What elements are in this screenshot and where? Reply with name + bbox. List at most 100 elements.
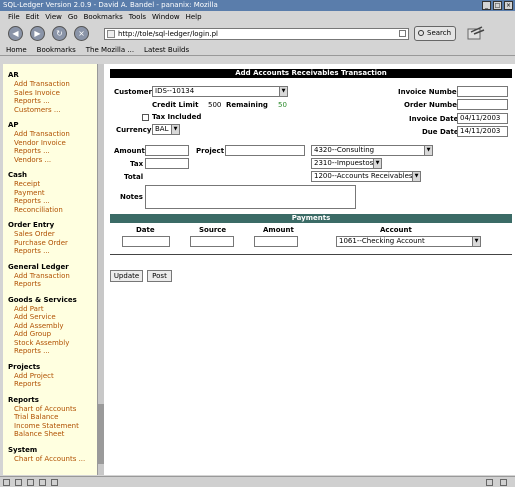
sidebar-link[interactable]: Reports ...	[8, 97, 97, 106]
menu-help[interactable]: Help	[186, 11, 202, 23]
throbber-icon[interactable]	[466, 25, 486, 43]
composer-icon[interactable]	[15, 479, 22, 486]
tax-field[interactable]	[145, 158, 189, 169]
sidebar-link[interactable]: Reports	[8, 380, 97, 389]
customer-select[interactable]: IDS--10134 ▼	[152, 86, 288, 97]
post-button[interactable]: Post	[147, 270, 172, 282]
sidebar-link[interactable]: Add Transaction	[8, 130, 97, 139]
navigator-icon[interactable]	[27, 479, 34, 486]
income-account-select[interactable]: 4320--Consulting ▼	[311, 145, 433, 156]
sidebar-link[interactable]: Chart of Accounts ...	[8, 455, 97, 464]
navigation-toolbar: ◀ ▶ ↻ × http://tole/sql-ledger/login.pl …	[0, 23, 515, 44]
sidebar-link[interactable]: Balance Sheet	[8, 430, 97, 439]
mail-icon[interactable]	[3, 479, 10, 486]
ar-account-select[interactable]: 1200--Accounts Receivables ▼	[311, 171, 421, 182]
sidebar-link[interactable]: Add Group	[8, 330, 97, 339]
invoice-date-field[interactable]: 04/11/2003	[457, 113, 508, 124]
tax-account-value: 2310--Impuestos	[314, 159, 374, 167]
sidebar-section-reports: Reports Chart of Accounts Trial Balance …	[3, 396, 97, 439]
stop-icon[interactable]: ×	[74, 26, 89, 41]
sidebar-link[interactable]: Reports ...	[8, 347, 97, 356]
bookmark-home[interactable]: Home	[6, 44, 27, 55]
bookmark-mozilla[interactable]: The Mozilla ...	[86, 44, 134, 55]
chat-icon[interactable]	[51, 479, 58, 486]
payment-date-field[interactable]	[122, 236, 170, 247]
reload-icon[interactable]: ↻	[52, 26, 67, 41]
sidebar-link[interactable]: Add Project	[8, 372, 97, 381]
sidebar-link[interactable]: Chart of Accounts	[8, 405, 97, 414]
sidebar-link[interactable]: Add Service	[8, 313, 97, 322]
currency-select[interactable]: BAL ▼	[152, 124, 180, 135]
sidebar-link[interactable]: Add Transaction	[8, 80, 97, 89]
sidebar-scrollbar[interactable]	[97, 64, 104, 475]
back-icon[interactable]: ◀	[8, 26, 23, 41]
customer-value: IDS--10134	[155, 87, 195, 95]
payment-account-select[interactable]: 1061--Checking Account ▼	[336, 236, 481, 247]
payment-amount-field[interactable]	[254, 236, 298, 247]
sidebar-link[interactable]: Income Statement	[8, 422, 97, 431]
menu-bar: File Edit View Go Bookmarks Tools Window…	[0, 11, 515, 23]
page-icon	[107, 30, 115, 38]
remaining-value: 50	[278, 101, 287, 109]
project-field[interactable]	[225, 145, 305, 156]
maximize-icon[interactable]: □	[493, 1, 502, 10]
invoice-number-field[interactable]	[457, 86, 508, 97]
tax-included-checkbox[interactable]	[142, 114, 149, 121]
menu-edit[interactable]: Edit	[26, 11, 40, 23]
order-number-field[interactable]	[457, 99, 508, 110]
chevron-down-icon: ▼	[472, 237, 480, 246]
notes-textarea[interactable]	[145, 185, 356, 209]
sidebar-link[interactable]: Sales Order	[8, 230, 97, 239]
sidebar-link[interactable]: Receipt	[8, 180, 97, 189]
url-text: http://tole/sql-ledger/login.pl	[118, 30, 218, 38]
sidebar-link[interactable]: Reconciliation	[8, 206, 97, 215]
menu-view[interactable]: View	[45, 11, 62, 23]
notes-label: Notes	[120, 193, 143, 201]
sidebar-link[interactable]: Purchase Order	[8, 239, 97, 248]
amount-label: Amount	[114, 147, 145, 155]
due-date-field[interactable]: 14/11/2003	[457, 126, 508, 137]
url-bar[interactable]: http://tole/sql-ledger/login.pl	[104, 28, 409, 40]
security-lock-icon	[486, 479, 493, 486]
amount-field[interactable]	[145, 145, 189, 156]
section-heading: General Ledger	[8, 262, 69, 271]
sidebar-link[interactable]: Add Assembly	[8, 322, 97, 331]
url-dropdown-icon[interactable]	[399, 30, 406, 37]
menu-window[interactable]: Window	[152, 11, 180, 23]
project-label: Project	[196, 147, 225, 155]
sidebar-link[interactable]: Stock Assembly	[8, 339, 97, 348]
minimize-icon[interactable]: _	[482, 1, 491, 10]
address-book-icon[interactable]	[39, 479, 46, 486]
sidebar-link[interactable]: Vendors ...	[8, 156, 97, 165]
credit-limit-value: 500	[208, 101, 222, 109]
payment-date-label: Date	[136, 226, 155, 234]
sidebar-section-projects: Projects Add Project Reports	[3, 363, 97, 389]
menu-bookmarks[interactable]: Bookmarks	[84, 11, 123, 23]
main-content: Add Accounts Receivables Transaction Cus…	[104, 64, 515, 475]
sidebar-link[interactable]: Reports	[8, 280, 97, 289]
menu-go[interactable]: Go	[68, 11, 78, 23]
sidebar-link[interactable]: Vendor Invoice	[8, 139, 97, 148]
close-icon[interactable]: ×	[504, 1, 513, 10]
window-title: SQL-Ledger Version 2.0.9 - David A. Band…	[3, 1, 218, 9]
sidebar-link[interactable]: Trial Balance	[8, 413, 97, 422]
forward-icon[interactable]: ▶	[30, 26, 45, 41]
sidebar-link[interactable]: Reports ...	[8, 197, 97, 206]
sidebar-link[interactable]: Customers ...	[8, 106, 97, 115]
search-button[interactable]: Search	[414, 26, 456, 41]
customer-label: Customer	[114, 88, 152, 96]
sidebar-link[interactable]: Payment	[8, 189, 97, 198]
bookmark-latest-builds[interactable]: Latest Builds	[144, 44, 189, 55]
tax-account-select[interactable]: 2310--Impuestos ▼	[311, 158, 382, 169]
menu-tools[interactable]: Tools	[129, 11, 146, 23]
update-button[interactable]: Update	[110, 270, 143, 282]
sidebar-link[interactable]: Sales Invoice	[8, 89, 97, 98]
bookmark-bookmarks[interactable]: Bookmarks	[37, 44, 76, 55]
sidebar-link[interactable]: Add Part	[8, 305, 97, 314]
sidebar-link[interactable]: Reports ...	[8, 147, 97, 156]
menu-file[interactable]: File	[8, 11, 20, 23]
payment-source-field[interactable]	[190, 236, 234, 247]
sidebar-link[interactable]: Add Transaction	[8, 272, 97, 281]
sidebar-link[interactable]: Reports ...	[8, 247, 97, 256]
sidebar-section-general-ledger: General Ledger Add Transaction Reports	[3, 263, 97, 289]
